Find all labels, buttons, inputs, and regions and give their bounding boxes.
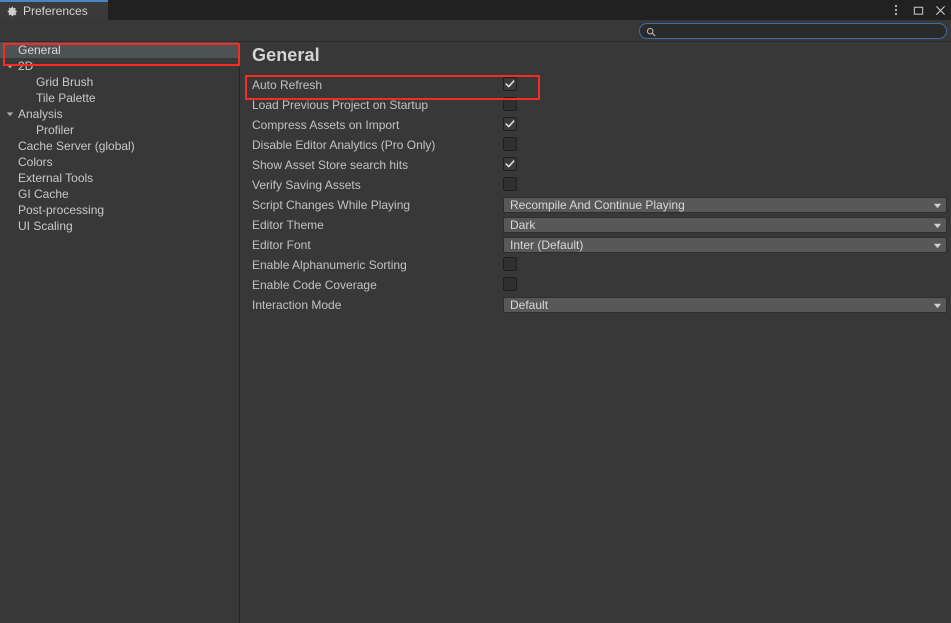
sidebar-item-general[interactable]: General [0,42,239,58]
setting-row-show-asset-store-search-hits: Show Asset Store search hits [241,155,951,175]
setting-row-verify-saving-assets: Verify Saving Assets [241,175,951,195]
dropdown-value: Default [510,298,549,312]
sidebar-item-cache-server-global[interactable]: Cache Server (global) [0,138,239,154]
sidebar-item-label: 2D [18,59,34,73]
maximize-icon[interactable] [907,0,929,20]
chevron-down-icon[interactable] [5,61,15,71]
search-icon [646,26,656,37]
chevron-down-icon [932,240,942,250]
dropdown-editor-font[interactable]: Inter (Default) [503,237,947,253]
setting-row-script-changes-while-playing: Script Changes While Playing Recompile An… [241,195,951,215]
setting-label: Show Asset Store search hits [252,158,409,172]
sidebar-item-post-processing[interactable]: Post-processing [0,202,239,218]
setting-row-editor-theme: Editor Theme Dark [241,215,951,235]
sidebar-item-label: Grid Brush [36,75,94,89]
setting-row-compress-assets-on-import: Compress Assets on Import [241,115,951,135]
checkbox-enable-code-coverage[interactable] [503,277,517,291]
dropdown-interaction-mode[interactable]: Default [503,297,947,313]
dropdown-script-changes-while-playing[interactable]: Recompile And Continue Playing [503,197,947,213]
sidebar-item-analysis[interactable]: Analysis [0,106,239,122]
sidebar-item-external-tools[interactable]: External Tools [0,170,239,186]
setting-label: Load Previous Project on Startup [252,98,429,112]
checkbox-compress-assets-on-import[interactable] [503,117,517,131]
setting-row-editor-font: Editor Font Inter (Default) [241,235,951,255]
sidebar-item-label: Analysis [18,107,63,121]
settings-content-panel: General Auto Refresh Load Previous Projec… [241,42,951,623]
checkbox-verify-saving-assets[interactable] [503,177,517,191]
sidebar-item-label: External Tools [18,171,94,185]
preferences-window: Preferences General 2D Grid Brush Tile P… [0,0,951,623]
checkbox-enable-alphanumeric-sorting[interactable] [503,257,517,271]
sidebar-item-label: Profiler [36,123,75,137]
setting-row-enable-alphanumeric-sorting: Enable Alphanumeric Sorting [241,255,951,275]
sidebar-item-grid-brush[interactable]: Grid Brush [0,74,239,90]
setting-row-interaction-mode: Interaction Mode Default [241,295,951,315]
search-bar-strip [0,20,951,42]
chevron-down-icon [932,220,942,230]
setting-label: Compress Assets on Import [252,118,400,132]
setting-label: Script Changes While Playing [252,198,411,212]
chevron-down-icon[interactable] [5,109,15,119]
dropdown-value: Inter (Default) [510,238,584,252]
window-tab-bar: Preferences [0,0,951,20]
checkbox-load-previous-project-on-startup[interactable] [503,97,517,111]
checkbox-show-asset-store-search-hits[interactable] [503,157,517,171]
tab-preferences[interactable]: Preferences [0,0,108,20]
setting-label: Interaction Mode [252,298,342,312]
checkbox-disable-editor-analytics-pro-only[interactable] [503,137,517,151]
setting-row-enable-code-coverage: Enable Code Coverage [241,275,951,295]
chevron-down-icon [932,300,942,310]
setting-label: Verify Saving Assets [252,178,361,192]
sidebar-item-label: Tile Palette [36,91,96,105]
setting-row-auto-refresh: Auto Refresh [241,75,951,95]
setting-row-load-previous-project-on-startup: Load Previous Project on Startup [241,95,951,115]
settings-tree-sidebar[interactable]: General 2D Grid Brush Tile Palette Analysis P… [0,42,240,623]
close-icon[interactable] [929,0,951,20]
sidebar-item-label: Post-processing [18,203,105,217]
window-controls [885,0,951,20]
sidebar-item-label: GI Cache [18,187,69,201]
sidebar-item-label: Colors [18,155,53,169]
sidebar-item-gi-cache[interactable]: GI Cache [0,186,239,202]
more-options-icon[interactable] [885,0,907,20]
setting-label: Editor Font [252,238,311,252]
search-input[interactable] [660,25,940,37]
sidebar-item-tile-palette[interactable]: Tile Palette [0,90,239,106]
checkbox-auto-refresh[interactable] [503,77,517,91]
sidebar-item-profiler[interactable]: Profiler [0,122,239,138]
setting-label: Auto Refresh [252,78,323,92]
sidebar-item-label: General [18,43,61,57]
setting-label: Enable Code Coverage [252,278,377,292]
sidebar-item-ui-scaling[interactable]: UI Scaling [0,218,239,234]
chevron-down-icon [932,200,942,210]
dropdown-value: Dark [510,218,536,232]
tab-label: Preferences [23,4,88,18]
dropdown-value: Recompile And Continue Playing [510,198,685,212]
setting-label: Disable Editor Analytics (Pro Only) [252,138,436,152]
setting-label: Enable Alphanumeric Sorting [252,258,407,272]
dropdown-editor-theme[interactable]: Dark [503,217,947,233]
gear-icon [7,6,18,17]
setting-row-disable-editor-analytics-pro-only: Disable Editor Analytics (Pro Only) [241,135,951,155]
settings-rows: Auto Refresh Load Previous Project on Sta… [241,75,951,315]
setting-label: Editor Theme [252,218,324,232]
sidebar-item-label: Cache Server (global) [18,139,135,153]
page-title: General [252,45,320,65]
sidebar-item-2d[interactable]: 2D [0,58,239,74]
search-box[interactable] [639,23,947,39]
sidebar-item-label: UI Scaling [18,219,73,233]
sidebar-item-colors[interactable]: Colors [0,154,239,170]
